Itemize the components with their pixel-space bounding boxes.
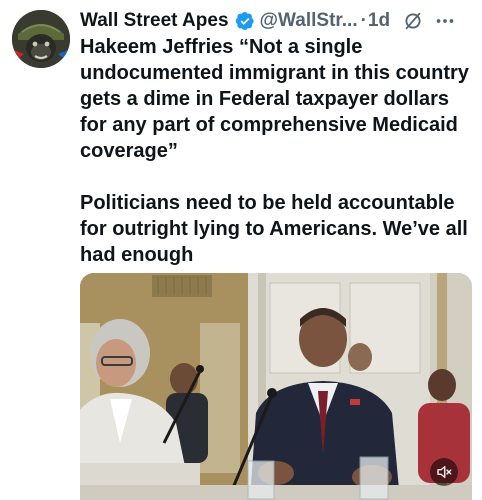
more-options-icon[interactable] — [434, 10, 456, 32]
video-player[interactable] — [80, 273, 472, 500]
tweet-header: Wall Street Apes @WallStr... · 1d — [80, 8, 472, 34]
verified-badge-icon — [235, 11, 255, 31]
post-time[interactable]: 1d — [368, 8, 390, 34]
author-avatar[interactable] — [12, 10, 70, 68]
author-handle[interactable]: @WallStr... — [260, 8, 358, 34]
separator-dot: · — [360, 10, 367, 31]
tweet-comment-paragraph: Politicians need to be held accountable … — [80, 192, 468, 266]
tweet-text: Hakeem Jeffries “Not a single undocument… — [80, 34, 472, 268]
author-name[interactable]: Wall Street Apes — [80, 8, 229, 34]
grok-icon[interactable] — [402, 10, 424, 32]
muted-speaker-icon[interactable] — [430, 458, 458, 486]
video-frame — [80, 273, 472, 500]
tweet-quote-paragraph: Hakeem Jeffries “Not a single undocument… — [80, 36, 469, 162]
